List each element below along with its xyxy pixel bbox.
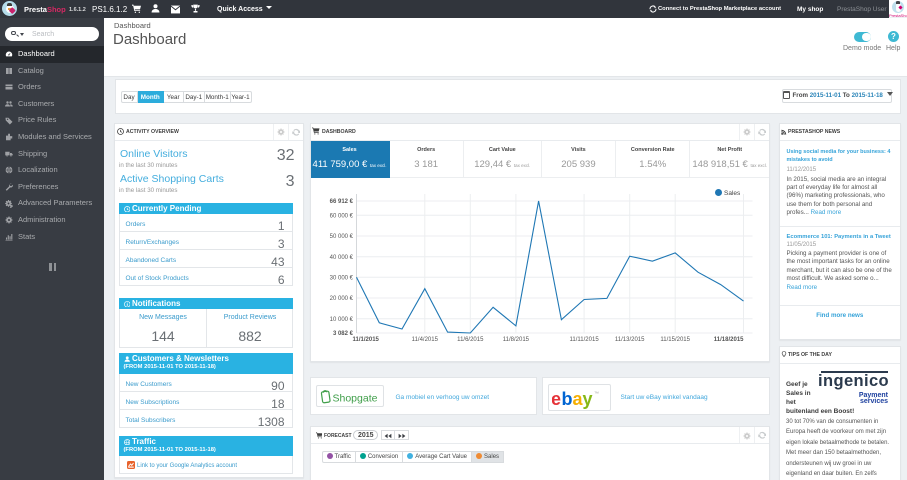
svg-text:11/8/2015: 11/8/2015 — [502, 337, 529, 343]
svg-text:11/6/2015: 11/6/2015 — [457, 337, 484, 343]
svg-text:11/1/2015: 11/1/2015 — [352, 337, 379, 343]
svg-text:11/15/2015: 11/15/2015 — [660, 337, 690, 343]
svg-text:60 000 €: 60 000 € — [329, 214, 353, 220]
svg-text:11/4/2015: 11/4/2015 — [411, 337, 438, 343]
svg-text:e: e — [552, 389, 561, 409]
svg-text:y: y — [582, 389, 592, 409]
svg-text:30 000 €: 30 000 € — [329, 276, 353, 282]
svg-text:66 912 €: 66 912 € — [329, 199, 353, 205]
svg-text:40 000 €: 40 000 € — [329, 255, 353, 261]
svg-text:a: a — [572, 389, 583, 409]
svg-text:50 000 €: 50 000 € — [329, 234, 353, 240]
svg-text:b: b — [561, 389, 572, 409]
svg-text:11/11/2015: 11/11/2015 — [569, 337, 599, 343]
svg-text:™: ™ — [594, 391, 599, 397]
svg-text:10 000 €: 10 000 € — [329, 317, 353, 323]
svg-text:11/13/2015: 11/13/2015 — [614, 337, 644, 343]
svg-text:11/18/2015: 11/18/2015 — [713, 337, 743, 343]
svg-text:Shopgate: Shopgate — [332, 393, 377, 405]
svg-text:3 082 €: 3 082 € — [332, 331, 353, 337]
svg-text:20 000 €: 20 000 € — [329, 296, 353, 302]
